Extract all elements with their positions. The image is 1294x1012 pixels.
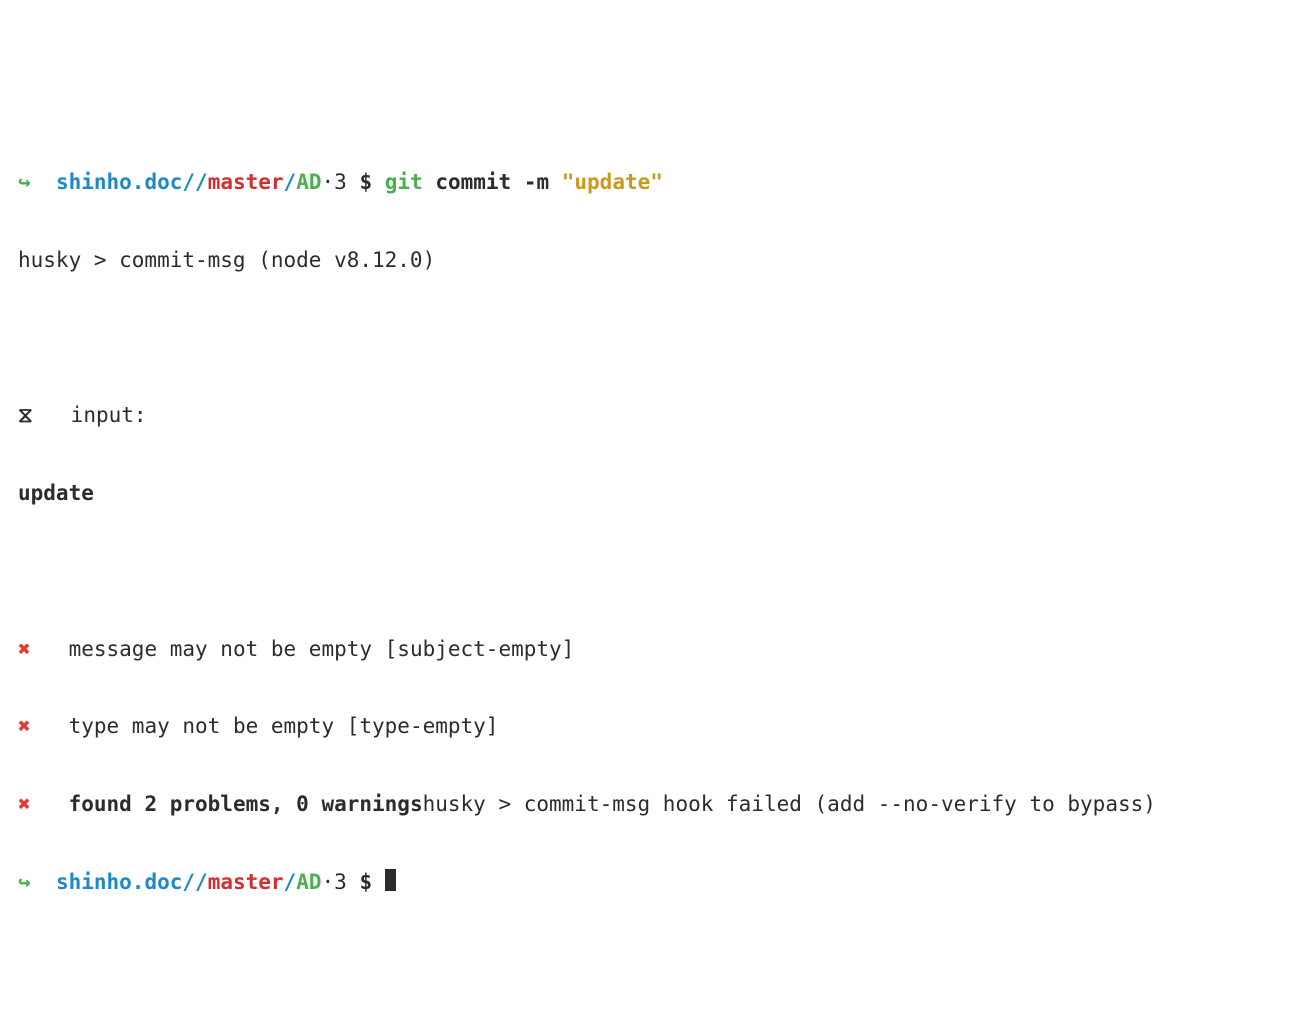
slash-separator-2: / (284, 870, 297, 894)
error-text-2: type may not be empty [type-empty] (31, 714, 499, 738)
cross-icon: ✖ (18, 792, 31, 816)
input-icon: ⧖ (18, 403, 33, 427)
git-command[interactable]: git (385, 170, 423, 194)
input-label: input: (33, 403, 147, 427)
cross-icon: ✖ (18, 714, 31, 738)
slash-separator: / (195, 870, 208, 894)
summary-tail: husky > commit-msg hook failed (add --no… (423, 792, 1156, 816)
prompt-line-1: ↪ shinho.doc//master/AD·3 $ git commit -… (18, 163, 1276, 202)
git-state: AD (296, 870, 321, 894)
path-segment: shinho.doc/ (56, 870, 195, 894)
input-value: update (18, 474, 1276, 513)
ahead-count: ·3 (322, 870, 347, 894)
prompt-line-2[interactable]: ↪ shinho.doc//master/AD·3 $ (18, 863, 1276, 902)
prompt-dollar: $ (347, 170, 385, 194)
summary-line: ✖ found 2 problems, 0 warningshusky > co… (18, 785, 1276, 824)
error-text-1: message may not be empty [subject-empty] (31, 637, 575, 661)
error-line-2: ✖ type may not be empty [type-empty] (18, 707, 1276, 746)
arrow-icon: ↪ (18, 870, 31, 894)
slash-separator: / (195, 170, 208, 194)
summary-bold: found 2 problems, 0 warnings (31, 792, 423, 816)
prompt-dollar: $ (347, 870, 385, 894)
ahead-count: ·3 (322, 170, 347, 194)
branch-name: master (208, 170, 284, 194)
commit-args[interactable]: commit -m (423, 170, 562, 194)
slash-separator-2: / (284, 170, 297, 194)
path-segment: shinho.doc/ (56, 170, 195, 194)
commit-message-string[interactable]: "update" (562, 170, 663, 194)
git-state: AD (296, 170, 321, 194)
cursor[interactable] (385, 869, 396, 891)
blank-line-2 (18, 552, 1276, 591)
blank-line (18, 319, 1276, 358)
cross-icon: ✖ (18, 637, 31, 661)
husky-output: husky > commit-msg (node v8.12.0) (18, 241, 1276, 280)
input-header: ⧖ input: (18, 396, 1276, 435)
branch-name: master (208, 870, 284, 894)
arrow-icon: ↪ (18, 170, 31, 194)
error-line-1: ✖ message may not be empty [subject-empt… (18, 630, 1276, 669)
